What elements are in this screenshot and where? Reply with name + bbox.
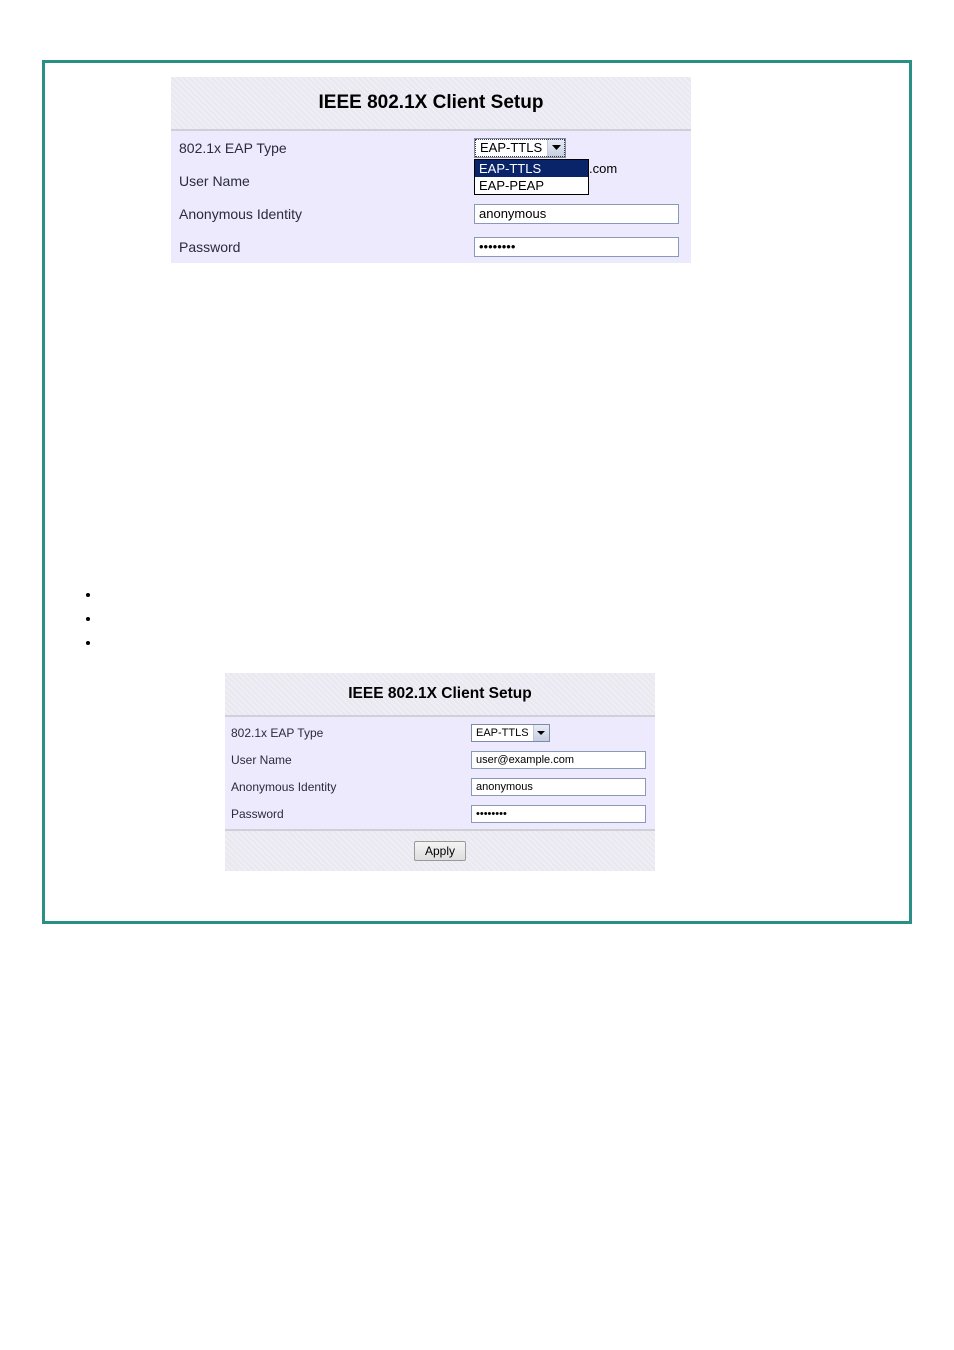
client-setup-panel-open: IEEE 802.1X Client Setup 802.1x EAP Type…	[171, 77, 691, 263]
eap-type-select[interactable]: EAP-TTLS	[474, 138, 566, 158]
user-name-input[interactable]	[471, 751, 646, 769]
row-anon-identity: Anonymous Identity	[171, 197, 691, 230]
panel-title: IEEE 802.1X Client Setup	[225, 673, 655, 717]
chevron-down-icon[interactable]	[547, 139, 565, 157]
document-page: IEEE 802.1X Client Setup 802.1x EAP Type…	[42, 60, 912, 924]
eap-type-option-peap[interactable]: EAP-PEAP	[475, 177, 588, 194]
eap-type-selected: EAP-TTLS	[472, 727, 533, 739]
list-item	[101, 631, 901, 655]
label-user-name: User Name	[179, 173, 474, 189]
form-area: 802.1x EAP Type EAP-TTLS EAP-TTLS EAP-PE…	[171, 131, 691, 263]
label-user-name: User Name	[231, 753, 471, 767]
list-item	[101, 607, 901, 631]
panel-footer: Apply	[225, 829, 655, 871]
label-eap-type: 802.1x EAP Type	[231, 726, 471, 740]
anon-identity-input[interactable]	[474, 204, 679, 224]
eap-type-select[interactable]: EAP-TTLS	[471, 724, 550, 742]
chevron-down-icon[interactable]	[533, 725, 549, 741]
label-password: Password	[231, 807, 471, 821]
client-setup-panel-closed: IEEE 802.1X Client Setup 802.1x EAP Type…	[225, 673, 655, 871]
row-eap-type: 802.1x EAP Type EAP-TTLS	[225, 719, 655, 746]
eap-type-control: EAP-TTLS EAP-TTLS EAP-PEAP .com	[474, 138, 683, 158]
username-peek: .com	[589, 161, 617, 176]
row-password: Password	[225, 800, 655, 827]
eap-type-dropdown[interactable]: EAP-TTLS EAP-PEAP	[474, 159, 589, 195]
label-password: Password	[179, 239, 474, 255]
password-input[interactable]	[471, 805, 646, 823]
row-password: Password	[171, 230, 691, 263]
apply-button[interactable]: Apply	[414, 841, 466, 861]
label-eap-type: 802.1x EAP Type	[179, 140, 474, 156]
anon-identity-input[interactable]	[471, 778, 646, 796]
password-input[interactable]	[474, 237, 679, 257]
eap-type-selected: EAP-TTLS	[475, 140, 547, 155]
label-anon-identity: Anonymous Identity	[231, 780, 471, 794]
row-eap-type: 802.1x EAP Type EAP-TTLS EAP-TTLS EAP-PE…	[171, 131, 691, 164]
row-anon-identity: Anonymous Identity	[225, 773, 655, 800]
row-user-name: User Name	[225, 746, 655, 773]
form-area: 802.1x EAP Type EAP-TTLS User Name	[225, 717, 655, 829]
panel-title: IEEE 802.1X Client Setup	[171, 77, 691, 131]
list-item	[101, 583, 901, 607]
label-anon-identity: Anonymous Identity	[179, 206, 474, 222]
bullet-list	[81, 583, 901, 655]
eap-type-option-ttls[interactable]: EAP-TTLS	[475, 160, 588, 177]
